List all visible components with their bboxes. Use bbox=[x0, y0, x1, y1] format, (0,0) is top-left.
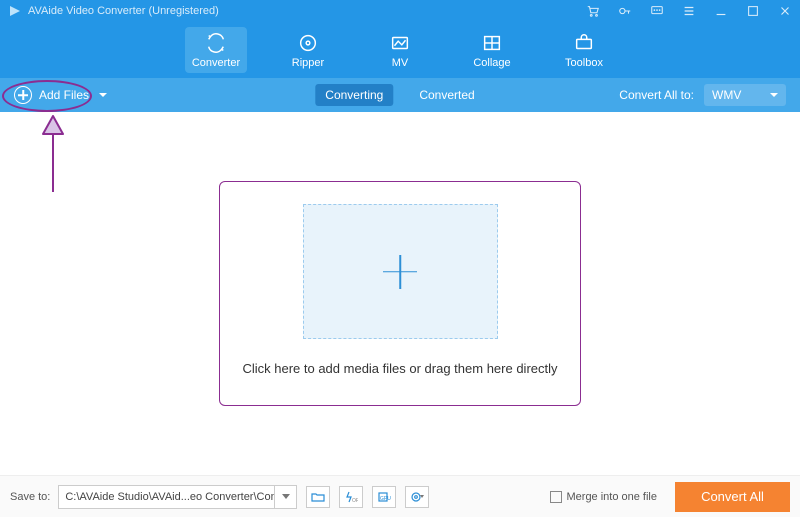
chevron-down-icon[interactable] bbox=[274, 486, 296, 508]
chevron-down-icon bbox=[770, 93, 778, 97]
merge-checkbox[interactable]: Merge into one file bbox=[550, 491, 658, 503]
collage-icon bbox=[481, 32, 503, 54]
feedback-icon[interactable] bbox=[650, 4, 664, 18]
save-to-label: Save to: bbox=[10, 491, 50, 503]
add-files-label: Add Files bbox=[39, 88, 89, 102]
gpu-toggle-button[interactable]: GPU bbox=[372, 486, 396, 508]
menu-icon[interactable] bbox=[682, 4, 696, 18]
sub-bar: Add Files Converting Converted Convert A… bbox=[0, 78, 800, 112]
save-path-text: C:\AVAide Studio\AVAid...eo Converter\Co… bbox=[59, 491, 274, 503]
ripper-icon bbox=[297, 32, 319, 54]
content-area: Click here to add media files or drag th… bbox=[0, 112, 800, 475]
nav-label: MV bbox=[392, 57, 409, 69]
nav-label: Converter bbox=[192, 57, 240, 69]
settings-button[interactable] bbox=[405, 486, 429, 508]
svg-text:OFF: OFF bbox=[352, 498, 358, 503]
sub-tabs: Converting Converted bbox=[315, 84, 484, 106]
tab-converted[interactable]: Converted bbox=[409, 84, 484, 106]
minimize-icon[interactable] bbox=[714, 4, 728, 18]
key-icon[interactable] bbox=[618, 4, 632, 18]
nav-label: Toolbox bbox=[565, 57, 603, 69]
open-folder-button[interactable] bbox=[306, 486, 330, 508]
chevron-down-icon bbox=[99, 93, 107, 97]
nav-collage[interactable]: Collage bbox=[461, 27, 523, 73]
drop-hint: Click here to add media files or drag th… bbox=[242, 361, 557, 376]
nav-converter[interactable]: Converter bbox=[185, 27, 247, 73]
plus-circle-icon bbox=[14, 86, 32, 104]
format-selected: WMV bbox=[712, 88, 741, 102]
app-title: AVAide Video Converter (Unregistered) bbox=[28, 5, 219, 17]
nav-label: Collage bbox=[473, 57, 510, 69]
main-nav: Converter Ripper MV Collage Toolbox bbox=[0, 22, 800, 78]
maximize-icon[interactable] bbox=[746, 4, 760, 18]
mv-icon bbox=[389, 32, 411, 54]
svg-text:GPU: GPU bbox=[380, 496, 391, 502]
titlebar: AVAide Video Converter (Unregistered) bbox=[0, 0, 800, 22]
merge-label: Merge into one file bbox=[567, 491, 658, 503]
tab-converting[interactable]: Converting bbox=[315, 84, 393, 106]
toolbox-icon bbox=[573, 32, 595, 54]
convert-all-area: Convert All to: WMV bbox=[619, 84, 786, 106]
title-controls bbox=[586, 4, 792, 18]
drop-zone[interactable] bbox=[303, 204, 498, 339]
convert-all-button[interactable]: Convert All bbox=[675, 482, 790, 512]
app-logo-icon bbox=[8, 4, 22, 18]
nav-label: Ripper bbox=[292, 57, 324, 69]
checkbox-icon bbox=[550, 491, 562, 503]
nav-mv[interactable]: MV bbox=[369, 27, 431, 73]
add-files-button[interactable]: Add Files bbox=[14, 86, 107, 104]
plus-icon bbox=[383, 255, 417, 289]
nav-ripper[interactable]: Ripper bbox=[277, 27, 339, 73]
close-icon[interactable] bbox=[778, 4, 792, 18]
accel-toggle-button[interactable]: OFF bbox=[339, 486, 363, 508]
convert-all-label: Convert All to: bbox=[619, 88, 694, 102]
converter-icon bbox=[205, 32, 227, 54]
format-dropdown[interactable]: WMV bbox=[704, 84, 786, 106]
save-path-field[interactable]: C:\AVAide Studio\AVAid...eo Converter\Co… bbox=[58, 485, 297, 509]
nav-toolbox[interactable]: Toolbox bbox=[553, 27, 615, 73]
drop-frame: Click here to add media files or drag th… bbox=[219, 181, 581, 406]
cart-icon[interactable] bbox=[586, 4, 600, 18]
footer-bar: Save to: C:\AVAide Studio\AVAid...eo Con… bbox=[0, 475, 800, 517]
